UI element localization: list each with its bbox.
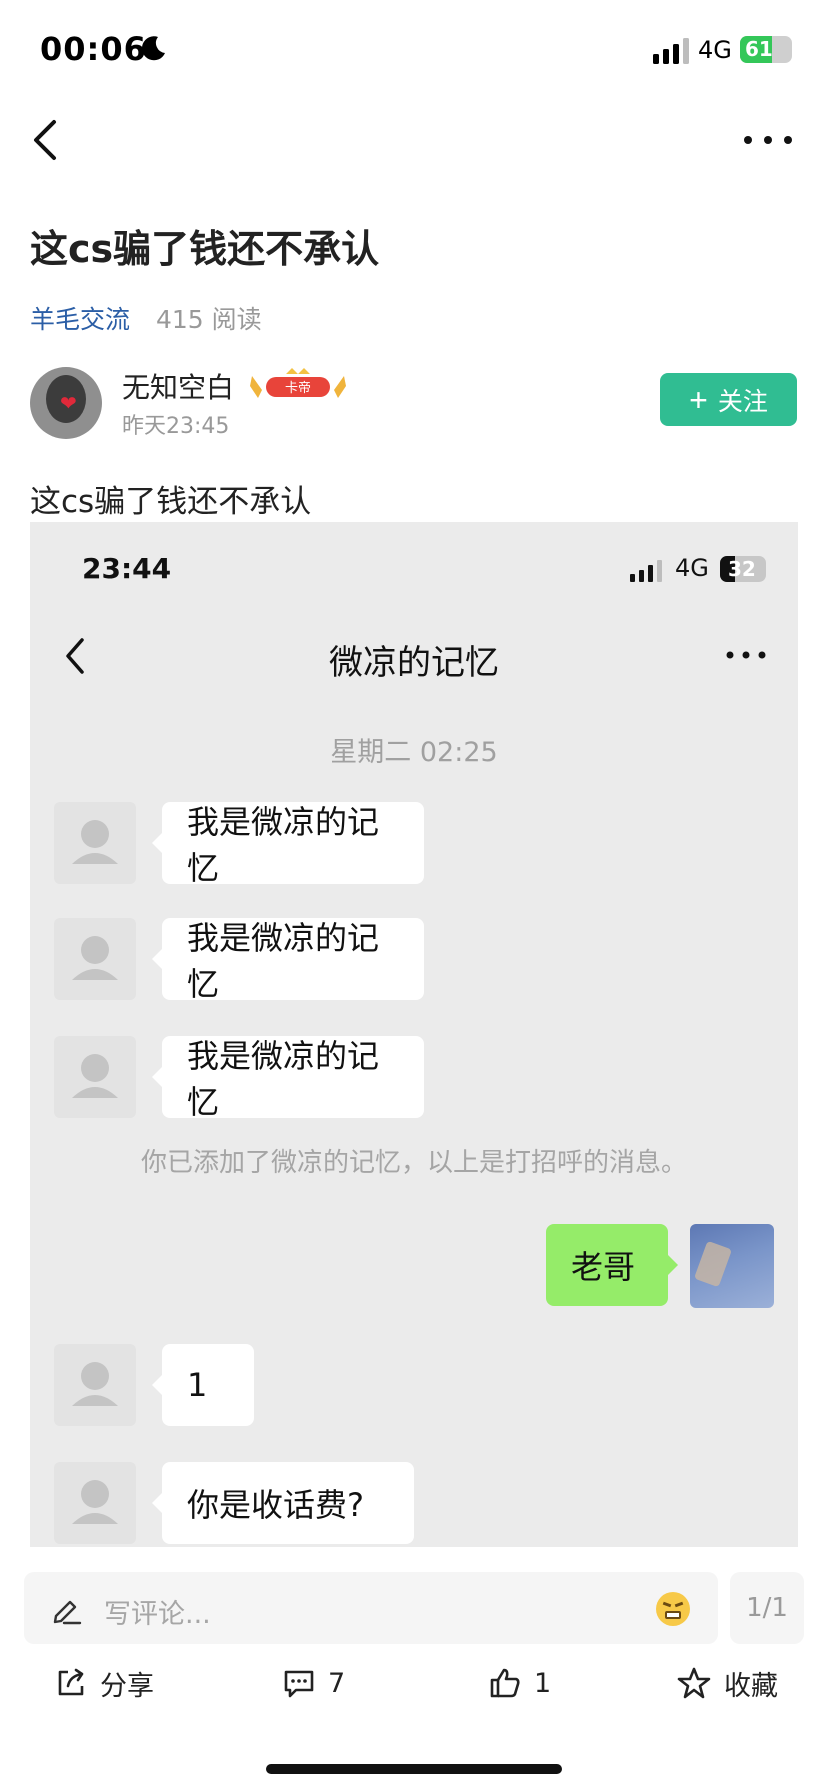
moon-icon [141,36,165,61]
read-count: 415 阅读 [155,305,262,334]
user-avatar [690,1224,774,1308]
plus-icon: + [689,381,708,418]
author-avatar[interactable]: ❤ [30,367,102,439]
like-button[interactable]: 1 [488,1660,551,1706]
emoji-eye [662,1601,672,1608]
default-avatar-icon [54,1036,136,1118]
avatar-photo-detail [693,1240,733,1288]
comment-icon [284,1670,314,1698]
favorite-button[interactable]: 收藏 [676,1660,778,1706]
system-note: 你已添加了微凉的记忆，以上是打招呼的消息。 [140,1148,687,1178]
comment-count: 7 [328,1667,346,1699]
shot-signal-icon [630,560,662,582]
shot-status-time: 23:44 [82,552,172,585]
chat-bubble-mine: 老哥 [546,1224,678,1306]
chat-bubble: 我是微凉的记忆 [152,918,424,1003]
default-avatar-icon [54,918,136,1000]
follow-button[interactable]: + 关注 [660,373,797,426]
heart-icon: ❤ [60,391,77,415]
post-time: 昨天23:45 [122,414,230,439]
home-indicator[interactable] [266,1764,562,1774]
comments-button[interactable]: 7 [282,1660,345,1706]
shot-chat-title: 微凉的记忆 [329,643,499,683]
shot-more-icon [726,651,766,659]
back-arrow-icon[interactable] [24,114,68,166]
chat-bubble: 我是微凉的记忆 [152,802,424,887]
signal-icon [653,38,689,64]
chat-bubble: 1 [152,1344,254,1426]
group-link[interactable]: 羊毛交流 [30,305,130,334]
status-time: 00:06 [40,30,147,68]
more-icon[interactable] [740,120,796,160]
page-indicator[interactable]: 1/1 [730,1572,804,1644]
badge-label: 卡帝 [285,380,311,396]
status-bar: 00:06 4G 61 [0,0,828,100]
author-name[interactable]: 无知空白 [122,366,234,406]
shot-date-divider: 星期二 02:25 [330,737,498,768]
follow-label: 关注 [717,387,768,416]
battery-percent: 61 [745,37,773,61]
post-image[interactable]: 23:44 4G 32 微凉的记忆 星期二 02:25 我是微凉的记忆 我是微凉… [30,522,798,1547]
default-avatar-icon [54,1462,136,1544]
action-bar: 分享 7 1 收藏 [0,1660,828,1706]
nav-bar [0,110,828,170]
emoji-icon[interactable] [656,1592,690,1626]
post-body: 这cs骗了钱还不承认 [30,484,312,520]
default-avatar-icon [54,802,136,884]
post-meta: 羊毛交流 415 阅读 [30,300,262,336]
pen-icon [53,1600,82,1625]
crown-badge-icon: 卡帝 [250,368,346,398]
thumbs-up-icon [490,1668,520,1698]
share-label: 分享 [100,1670,154,1702]
star-icon [677,1667,711,1699]
post-title: 这cs骗了钱还不承认 [30,227,380,271]
share-button[interactable]: 分享 [54,1660,154,1706]
network-label: 4G [698,36,732,64]
like-count: 1 [534,1667,552,1699]
comment-placeholder: 写评论... [104,1599,211,1630]
chat-bubble: 你是收话费? [152,1462,414,1544]
shot-network-label: 4G [675,554,709,582]
default-avatar-icon [54,1344,136,1426]
emoji-eye [674,1601,684,1608]
chat-bubble: 我是微凉的记忆 [152,1036,424,1121]
comment-input[interactable]: 写评论... [24,1572,718,1644]
shot-battery-percent: 32 [728,557,756,581]
emoji-mouth [665,1611,681,1619]
battery-icon: 61 [740,36,792,63]
favorite-label: 收藏 [724,1670,778,1702]
shot-battery-icon: 32 [720,556,766,582]
share-icon [58,1668,84,1696]
